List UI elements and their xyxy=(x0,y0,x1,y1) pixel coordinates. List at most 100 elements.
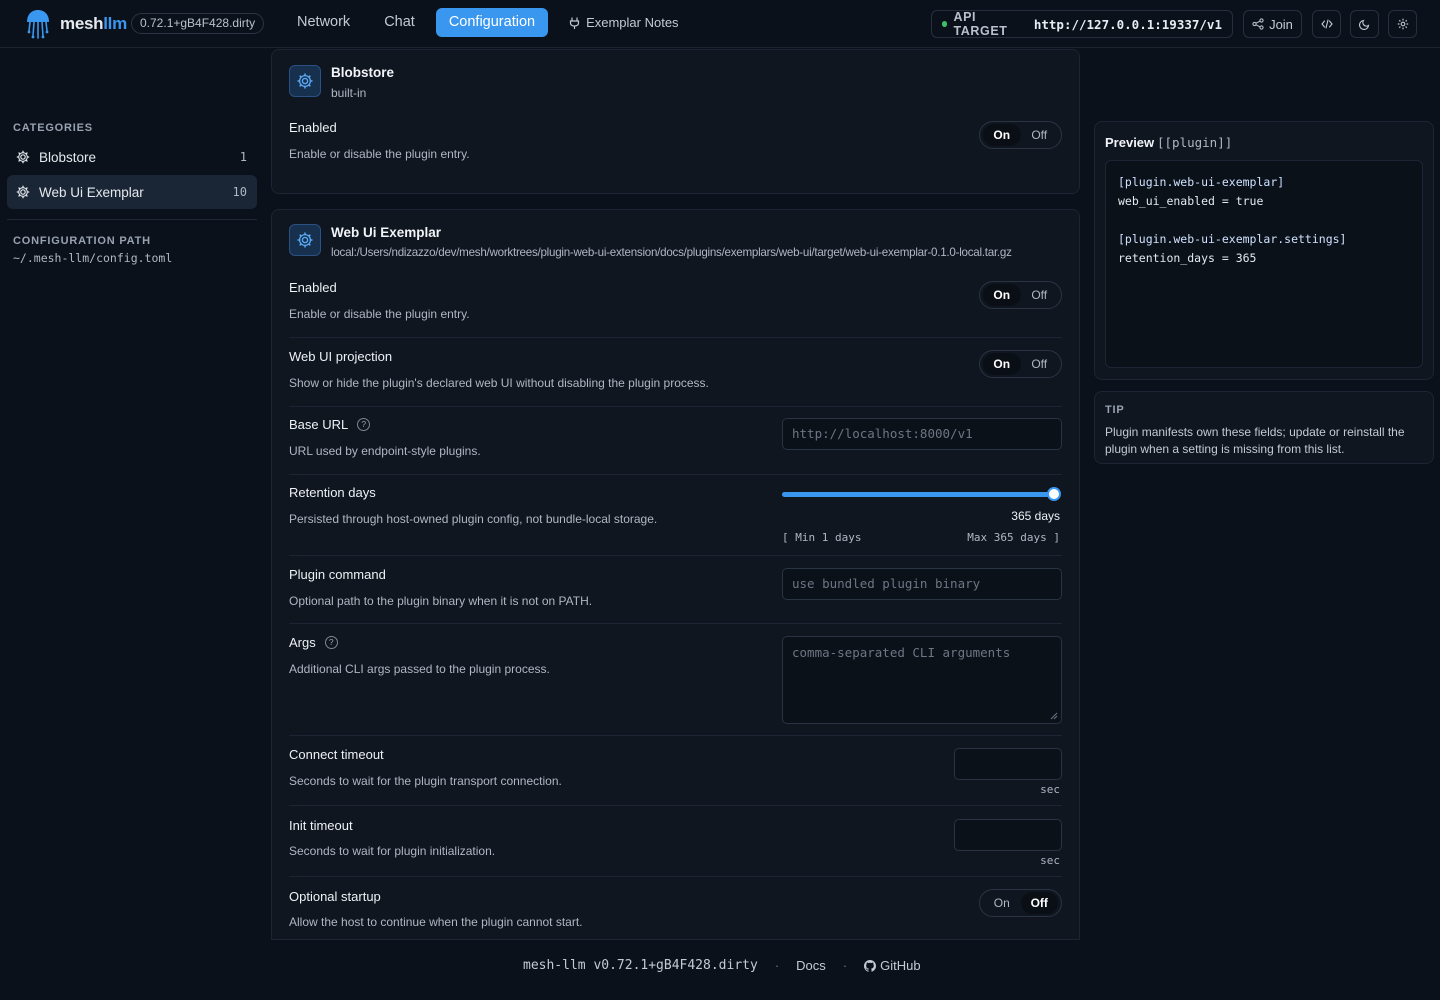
preview-line: ​ xyxy=(1118,211,1410,230)
toggle-on[interactable]: On xyxy=(983,892,1021,914)
tip-heading: TIP xyxy=(1105,404,1125,416)
api-target-url: http://127.0.0.1:19337/v1 xyxy=(1033,16,1222,32)
plugin-gear-icon xyxy=(289,65,321,97)
code-icon xyxy=(1320,19,1333,29)
retention-days-max: Max 365 days ] xyxy=(967,531,1060,544)
optional-startup-toggle[interactable]: On Off xyxy=(979,889,1062,917)
api-target[interactable]: API TARGET http://127.0.0.1:19337/v1 xyxy=(931,10,1233,38)
exemplar-enabled-toggle[interactable]: On Off xyxy=(979,281,1062,309)
retention-days-slider[interactable] xyxy=(782,487,1061,501)
toggle-on[interactable]: On xyxy=(983,353,1021,375)
footer-version: mesh-llm v0.72.1+gB4F428.dirty xyxy=(523,958,758,973)
retention-days-min: [ Min 1 days xyxy=(782,531,862,544)
config-path-heading: CONFIGURATION PATH xyxy=(13,235,151,247)
sidebar-item-count: 1 xyxy=(239,150,247,164)
nav-network[interactable]: Network xyxy=(284,8,363,37)
setting-description: Enable or disable the plugin entry. xyxy=(289,147,470,161)
gear-icon xyxy=(297,232,313,248)
theme-toggle-button[interactable] xyxy=(1350,10,1379,38)
preview-code[interactable]: [plugin.web-ui-exemplar] web_ui_enabled =… xyxy=(1105,160,1423,368)
sidebar-item-web-ui-exemplar[interactable]: Web Ui Exemplar 10 xyxy=(7,175,257,209)
help-icon[interactable]: ? xyxy=(357,418,371,431)
sidebar: CATEGORIES Blobstore 1 Web Ui Exemplar 1… xyxy=(0,48,264,938)
config-path-value: ~/.mesh-llm/config.toml xyxy=(13,251,173,265)
blobstore-enabled-toggle[interactable]: On Off xyxy=(979,121,1062,149)
row-divider xyxy=(289,474,1062,475)
footer: mesh-llm v0.72.1+gB4F428.dirty · Docs · … xyxy=(0,940,1440,1000)
plugin-card-blobstore: Blobstore built-in Enabled Enable or dis… xyxy=(271,49,1080,194)
nav-chat[interactable]: Chat xyxy=(371,8,428,37)
setting-label: Args ? xyxy=(289,635,338,650)
setting-label-text: Base URL xyxy=(289,417,349,432)
tip-panel: TIP Plugin manifests own these fields; u… xyxy=(1094,391,1434,464)
nav-configuration[interactable]: Configuration xyxy=(435,8,549,37)
preview-line: web_ui_enabled = true xyxy=(1118,194,1264,208)
row-divider xyxy=(289,406,1062,407)
github-link[interactable]: GitHub xyxy=(864,958,921,973)
gear-icon xyxy=(1397,18,1408,30)
unit-label: sec xyxy=(1040,783,1060,796)
footer-separator: · xyxy=(842,958,848,973)
setting-label: Base URL ? xyxy=(289,417,371,432)
row-divider xyxy=(289,876,1062,877)
toggle-on[interactable]: On xyxy=(983,284,1021,306)
plugin-gear-icon xyxy=(289,224,321,256)
connect-timeout-input[interactable] xyxy=(954,748,1062,780)
row-divider xyxy=(289,555,1062,556)
row-divider xyxy=(289,805,1062,806)
gear-icon xyxy=(16,185,30,199)
gear-icon xyxy=(16,150,30,164)
setting-description: Seconds to wait for plugin initializatio… xyxy=(289,844,496,858)
setting-label: Enabled xyxy=(289,280,337,295)
setting-description: Allow the host to continue when the plug… xyxy=(289,915,583,929)
code-view-button[interactable] xyxy=(1312,10,1341,38)
init-timeout-input[interactable] xyxy=(954,819,1062,851)
setting-description: Additional CLI args passed to the plugin… xyxy=(289,662,550,676)
args-textarea[interactable]: comma-separated CLI arguments xyxy=(782,636,1062,724)
row-divider xyxy=(289,735,1062,736)
setting-description: Enable or disable the plugin entry. xyxy=(289,307,470,321)
nav-exemplar-notes[interactable]: Exemplar Notes xyxy=(556,8,691,37)
setting-label: Retention days xyxy=(289,485,376,500)
preview-tag: [[plugin]] xyxy=(1157,135,1233,150)
gear-icon xyxy=(297,73,313,89)
sidebar-item-blobstore[interactable]: Blobstore 1 xyxy=(7,140,257,174)
toggle-off[interactable]: Off xyxy=(1021,284,1059,306)
status-dot xyxy=(942,21,948,27)
slider-fill xyxy=(782,492,1054,497)
unit-label: sec xyxy=(1040,854,1060,867)
brand-name: meshllm xyxy=(60,14,127,33)
share-icon xyxy=(1252,18,1264,30)
github-link-label: GitHub xyxy=(880,958,921,973)
join-button[interactable]: Join xyxy=(1243,10,1302,38)
toggle-off[interactable]: Off xyxy=(1020,892,1058,914)
sidebar-item-label: Blobstore xyxy=(39,149,97,165)
setting-description: Optional path to the plugin binary when … xyxy=(289,594,593,608)
plugin-command-input[interactable]: use bundled plugin binary xyxy=(782,568,1062,600)
brand-logo[interactable]: meshllm xyxy=(24,9,127,39)
plugin-card-web-ui-exemplar: Web Ui Exemplar local:/Users/ndizazzo/de… xyxy=(271,209,1080,940)
preview-line: [plugin.web-ui-exemplar.settings] xyxy=(1118,232,1347,246)
base-url-input[interactable]: http://localhost:8000/v1 xyxy=(782,418,1062,450)
plugin-source: built-in xyxy=(331,86,367,100)
setting-label: Plugin command xyxy=(289,567,386,582)
help-icon[interactable]: ? xyxy=(324,636,338,649)
plugin-card-header xyxy=(289,224,321,256)
setting-label: Init timeout xyxy=(289,818,353,833)
slider-handle[interactable] xyxy=(1047,487,1061,501)
setting-label: Optional startup xyxy=(289,889,381,904)
toggle-off[interactable]: Off xyxy=(1021,124,1059,146)
version-badge: 0.72.1+gB4F428.dirty xyxy=(131,13,265,34)
setting-description: Show or hide the plugin's declared web U… xyxy=(289,376,709,390)
resize-handle-icon[interactable] xyxy=(1050,712,1058,720)
settings-button[interactable] xyxy=(1388,10,1417,38)
github-icon xyxy=(864,959,877,972)
join-label: Join xyxy=(1269,16,1293,32)
web-ui-projection-toggle[interactable]: On Off xyxy=(979,350,1062,378)
args-placeholder: comma-separated CLI arguments xyxy=(792,645,1011,660)
toggle-off[interactable]: Off xyxy=(1021,353,1059,375)
api-target-label: API TARGET xyxy=(953,10,1008,38)
docs-link[interactable]: Docs xyxy=(796,958,826,973)
row-divider xyxy=(289,623,1062,624)
toggle-on[interactable]: On xyxy=(983,124,1021,146)
